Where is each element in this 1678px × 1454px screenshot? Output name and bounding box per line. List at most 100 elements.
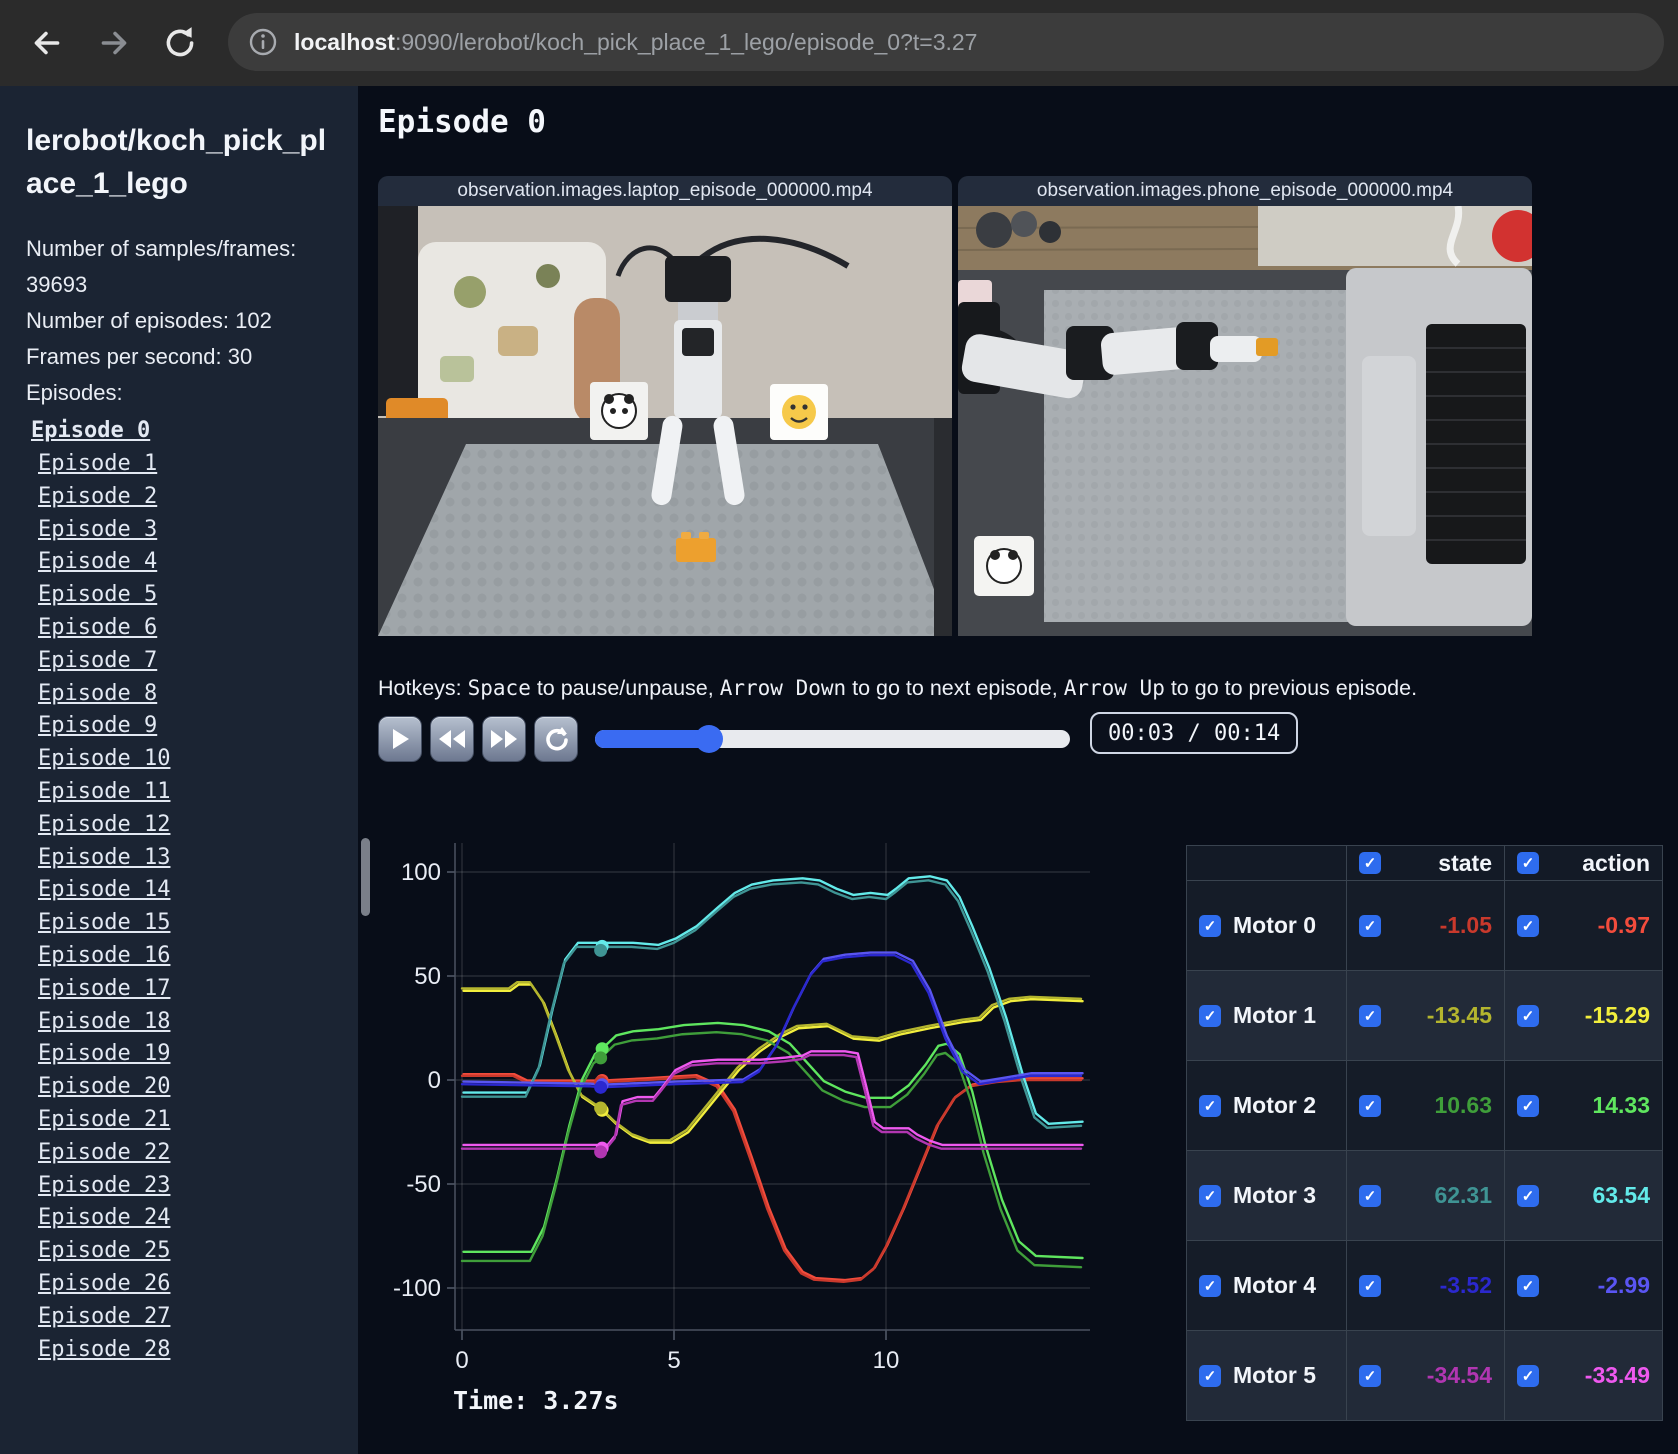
episodes-label: Episodes: [26,380,123,406]
checkbox-checked[interactable]: ✓ [1199,1364,1221,1387]
motor-label: Motor 0 [1233,912,1317,938]
checkbox-checked[interactable]: ✓ [1517,1004,1539,1027]
series-state-0 [460,1074,1083,1283]
url-path: :9090/lerobot/koch_pick_place_1_lego/epi… [394,28,978,55]
site-info-icon[interactable] [248,27,278,57]
checkbox-checked[interactable]: ✓ [1359,1184,1381,1207]
checkbox-checked[interactable]: ✓ [1199,1094,1221,1117]
hotkey-arrow-up: Arrow Up [1063,675,1165,700]
episode-link-4[interactable]: Episode 4 [38,546,358,579]
episode-link-20[interactable]: Episode 20 [38,1071,358,1104]
state-value: 10.63 [1434,1092,1492,1118]
loop-button[interactable] [534,716,578,762]
episode-link-15[interactable]: Episode 15 [38,907,358,940]
y-tick-label: 0 [428,1067,441,1094]
play-icon [393,729,409,749]
checkbox-checked[interactable]: ✓ [1199,1184,1221,1207]
address-bar[interactable]: localhost:9090/lerobot/koch_pick_place_1… [228,13,1664,71]
action-value: 63.54 [1592,1182,1650,1208]
episode-link-10[interactable]: Episode 10 [38,743,358,776]
checkbox-checked[interactable]: ✓ [1517,1364,1539,1387]
episode-link-7[interactable]: Episode 7 [38,645,358,678]
current-dot-state-1 [594,1101,608,1115]
action-value: -2.99 [1597,1272,1650,1298]
episode-link-21[interactable]: Episode 21 [38,1104,358,1137]
x-tick-label: 5 [667,1347,680,1374]
checkbox-checked[interactable]: ✓ [1199,1004,1221,1027]
page-title: Episode 0 [378,104,546,140]
motor-row-0: ✓ Motor 0 ✓ -1.05 ✓ -0.97 [1186,880,1663,971]
episode-link-13[interactable]: Episode 13 [38,842,358,875]
current-dot-state-4 [594,1080,608,1094]
episode-link-16[interactable]: Episode 16 [38,940,358,973]
episode-link-1[interactable]: Episode 1 [38,448,358,481]
episode-link-6[interactable]: Episode 6 [38,612,358,645]
seek-slider[interactable] [595,725,1070,753]
checkbox-checked[interactable]: ✓ [1199,1274,1221,1297]
episode-link-14[interactable]: Episode 14 [38,874,358,907]
y-tick-label: -100 [393,1275,441,1302]
motor-row-5: ✓ Motor 5 ✓ -34.54 ✓ -33.49 [1186,1330,1663,1421]
episode-link-11[interactable]: Episode 11 [38,776,358,809]
episode-link-24[interactable]: Episode 24 [38,1202,358,1235]
episode-link-28[interactable]: Episode 28 [38,1334,358,1367]
checkbox-checked[interactable]: ✓ [1359,1364,1381,1387]
video-laptop[interactable]: observation.images.laptop_episode_000000… [378,176,952,636]
x-tick-label: 0 [455,1347,468,1374]
state-value: -13.45 [1426,1002,1492,1028]
episode-link-19[interactable]: Episode 19 [38,1038,358,1071]
checkbox-checked[interactable]: ✓ [1359,914,1381,937]
state-value: 62.31 [1434,1182,1492,1208]
url-host: localhost [294,28,395,55]
reload-icon[interactable] [161,24,199,62]
series-state-5 [460,1053,1083,1150]
checkbox-checked[interactable]: ✓ [1359,1274,1381,1297]
motor-chart[interactable]: 0 5 10 100 50 0 -50 -100 [368,776,1108,1416]
checkbox-checked[interactable]: ✓ [1359,1004,1381,1027]
stat-fps: Frames per second: 30 [26,344,253,370]
episode-link-0[interactable]: Episode 0 [31,415,358,448]
back-icon[interactable] [28,24,66,62]
stat-episodes: Number of episodes: 102 [26,308,272,334]
fast-forward-button[interactable] [482,716,526,762]
header-cell-action: ✓ action [1504,845,1663,881]
checkbox-checked[interactable]: ✓ [1517,852,1539,874]
checkbox-checked[interactable]: ✓ [1517,1184,1539,1207]
header-empty-cell [1186,845,1347,881]
column-header-state: state [1438,849,1492,876]
fast-forward-icon [491,730,517,748]
episode-link-9[interactable]: Episode 9 [38,710,358,743]
checkbox-checked[interactable]: ✓ [1517,1094,1539,1117]
checkbox-checked[interactable]: ✓ [1359,1094,1381,1117]
dataset-title: lerobot/koch_pick_place_1_lego [26,124,327,200]
checkbox-checked[interactable]: ✓ [1199,914,1221,937]
seek-slider-thumb[interactable] [695,725,723,753]
checkbox-checked[interactable]: ✓ [1517,914,1539,937]
episode-link-5[interactable]: Episode 5 [38,579,358,612]
checkbox-checked[interactable]: ✓ [1517,1274,1539,1297]
episode-link-8[interactable]: Episode 8 [38,678,358,711]
motor-row-1: ✓ Motor 1 ✓ -13.45 ✓ -15.29 [1186,970,1663,1061]
state-value: -34.54 [1426,1362,1492,1388]
rewind-button[interactable] [430,716,474,762]
video-phone[interactable]: observation.images.phone_episode_000000.… [958,176,1532,636]
episode-link-18[interactable]: Episode 18 [38,1006,358,1039]
motor-row-2: ✓ Motor 2 ✓ 10.63 ✓ 14.33 [1186,1060,1663,1151]
episode-link-23[interactable]: Episode 23 [38,1170,358,1203]
play-button[interactable] [378,716,422,762]
episode-link-26[interactable]: Episode 26 [38,1268,358,1301]
motor-label: Motor 4 [1233,1272,1317,1298]
episode-link-12[interactable]: Episode 12 [38,809,358,842]
episode-link-22[interactable]: Episode 22 [38,1137,358,1170]
episode-link-17[interactable]: Episode 17 [38,973,358,1006]
forward-icon[interactable] [95,24,133,62]
episode-link-25[interactable]: Episode 25 [38,1235,358,1268]
series-action-5 [462,1050,1084,1147]
episode-link-3[interactable]: Episode 3 [38,514,358,547]
checkbox-checked[interactable]: ✓ [1359,852,1381,874]
y-tick-label: 50 [414,963,441,990]
episode-link-27[interactable]: Episode 27 [38,1301,358,1334]
episode-link-2[interactable]: Episode 2 [38,481,358,514]
hotkey-arrow-down: Arrow Down [719,675,847,700]
current-dot-state-3 [594,943,608,957]
